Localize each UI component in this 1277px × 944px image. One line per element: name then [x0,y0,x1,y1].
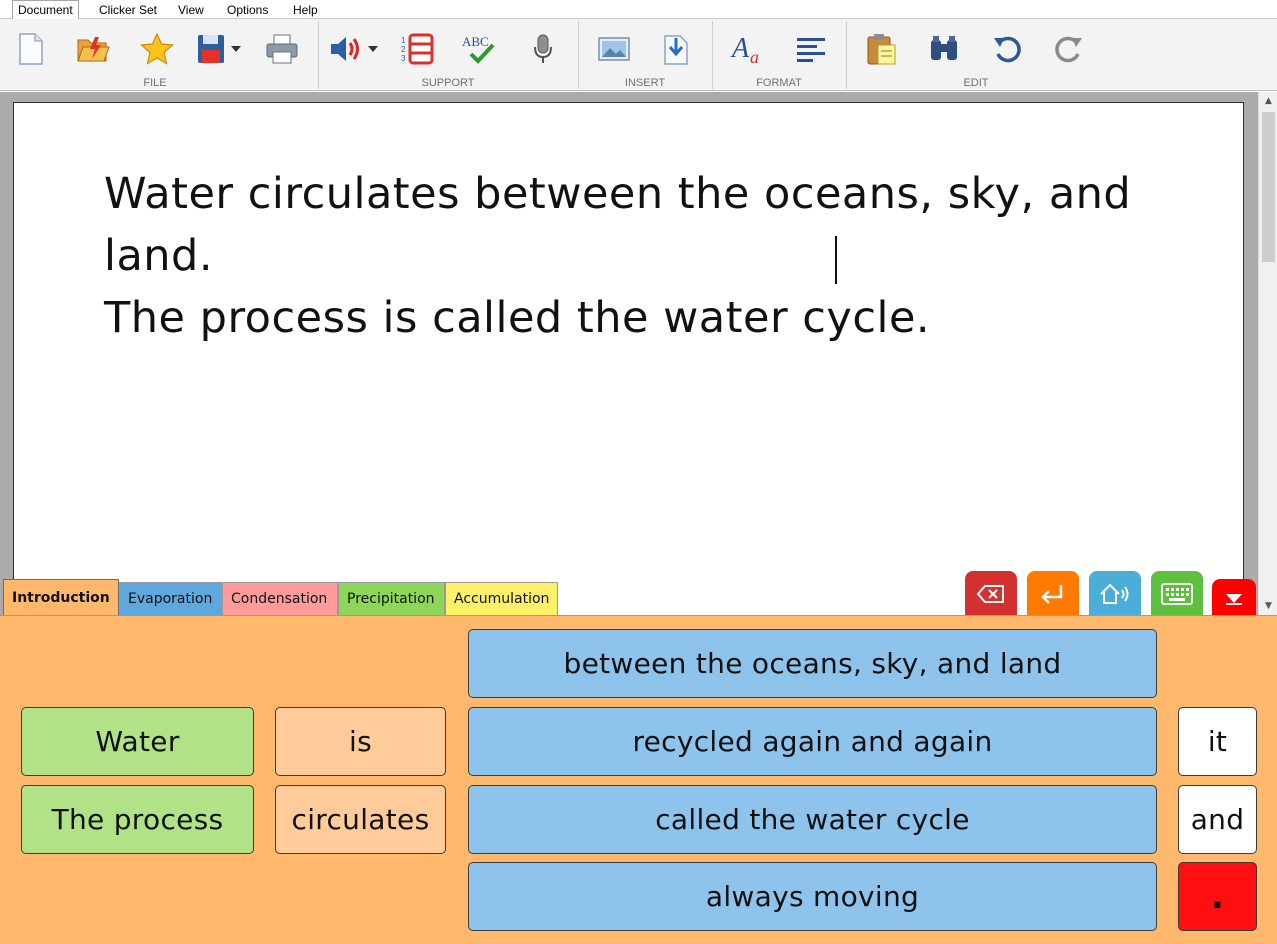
svg-text:1: 1 [401,36,406,45]
font-format-button[interactable]: Aa [726,23,770,75]
grid-cell-verb[interactable]: circulates [275,785,446,854]
svg-text:3: 3 [401,54,406,63]
dictation-button[interactable] [521,23,565,75]
speech-dropdown[interactable] [363,23,383,75]
open-button[interactable] [71,23,115,75]
menu-options[interactable]: Options [227,3,268,17]
favorites-button[interactable] [135,23,179,75]
insert-file-button[interactable] [654,23,698,75]
redo-icon [1055,36,1082,63]
toolbar-ribbon: FILE 123 ABC SUPPORT INSERT Aa FORMAT ED… [0,19,1277,91]
enter-button[interactable] [1027,571,1079,617]
new-document-icon [19,33,43,65]
word-list-button[interactable]: 123 [395,23,439,75]
spell-check-button[interactable]: ABC [457,23,501,75]
menu-document[interactable]: Document [12,0,79,20]
document-text[interactable]: Water circulates between the oceans, sky… [104,163,1204,349]
svg-text:ABC: ABC [462,34,489,49]
group-label-format: FORMAT [756,77,802,89]
clicker-grid: Water The process is circulates between … [0,615,1277,944]
document-line-2: The process is called the water cycle. [104,293,931,343]
save-disk-icon [198,35,224,63]
menu-clicker-set[interactable]: Clicker Set [99,3,157,17]
collapse-down-icon [1226,594,1242,605]
insert-file-icon [664,35,688,65]
vertical-scrollbar[interactable]: ▲ ▼ [1258,92,1277,615]
speak-house-icon [1100,583,1129,604]
grid-cell-full-stop[interactable]: . [1178,862,1257,931]
print-button[interactable] [260,23,304,75]
scroll-up-icon[interactable]: ▲ [1259,92,1277,110]
menu-view[interactable]: View [178,3,204,17]
save-dropdown[interactable] [226,23,246,75]
speak-button[interactable] [1089,571,1141,617]
print-icon [266,34,298,64]
group-separator [846,21,847,89]
keyboard-icon [1161,583,1193,605]
chevron-down-icon [231,46,241,52]
scroll-down-icon[interactable]: ▼ [1259,597,1277,615]
grid-cell-subject[interactable]: Water [21,707,254,776]
backspace-icon [976,585,1004,603]
tab-evaporation[interactable]: Evaporation [119,582,222,615]
tab-introduction[interactable]: Introduction [3,579,119,616]
group-label-support: SUPPORT [421,77,475,89]
speech-volume-icon [331,37,359,61]
document-page[interactable]: Water circulates between the oceans, sky… [13,102,1244,622]
document-line-1: Water circulates between the oceans, sky… [104,169,1132,281]
speech-button[interactable] [323,23,367,75]
group-label-file: FILE [143,77,167,89]
align-button[interactable] [789,23,833,75]
grid-cell-phrase[interactable]: called the water cycle [468,785,1157,854]
collapse-grid-button[interactable] [1212,579,1256,617]
grid-cell-phrase[interactable]: always moving [468,862,1157,931]
grid-cell-phrase[interactable]: recycled again and again [468,707,1157,776]
svg-text:a: a [750,47,759,66]
scroll-thumb[interactable] [1262,112,1275,262]
redo-button[interactable] [1047,23,1091,75]
svg-text:A: A [730,33,750,64]
menu-bar: Document Clicker Set View Options Help [0,0,1277,20]
find-button[interactable] [922,23,966,75]
tab-condensation[interactable]: Condensation [222,582,338,615]
grid-cell-verb[interactable]: is [275,707,446,776]
grid-cell-phrase[interactable]: between the oceans, sky, and land [468,629,1157,698]
font-format-icon: Aa [730,33,759,66]
paste-clipboard-icon [867,34,896,65]
undo-icon [994,36,1021,63]
tab-precipitation[interactable]: Precipitation [338,582,445,615]
undo-button[interactable] [985,23,1029,75]
new-document-button[interactable] [9,23,53,75]
document-area: Water circulates between the oceans, sky… [0,92,1277,622]
grid-cell-subject[interactable]: The process [21,785,254,854]
insert-picture-icon [598,37,630,61]
svg-text:2: 2 [401,45,406,54]
paste-button[interactable] [859,23,903,75]
group-separator [578,21,579,89]
group-label-edit: EDIT [963,77,989,89]
insert-picture-button[interactable] [592,23,636,75]
chevron-down-icon [368,46,378,52]
group-label-insert: INSERT [624,77,666,89]
align-left-icon [797,38,825,62]
find-binoculars-icon [931,36,957,60]
backspace-button[interactable] [965,571,1017,617]
text-cursor [835,236,837,284]
microphone-icon [534,34,552,63]
spell-check-icon: ABC [462,34,495,64]
numbered-list-icon: 123 [401,33,434,65]
grid-cell-extra[interactable]: it [1178,707,1257,776]
enter-return-icon [1041,585,1063,604]
favorite-star-icon [140,33,174,65]
group-separator [712,21,713,89]
group-separator [318,21,319,89]
menu-help[interactable]: Help [293,3,318,17]
open-folder-icon [77,37,110,62]
keyboard-button[interactable] [1151,571,1203,617]
tab-accumulation[interactable]: Accumulation [445,582,558,615]
grid-cell-extra[interactable]: and [1178,785,1257,854]
